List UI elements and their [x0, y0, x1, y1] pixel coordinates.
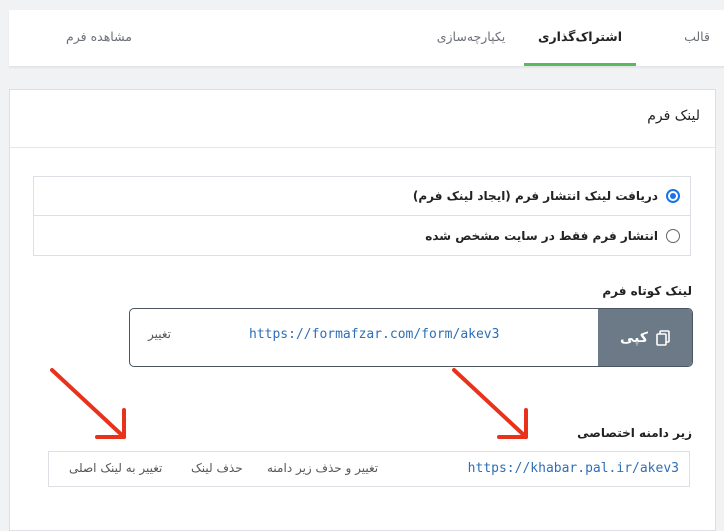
form-link-card: لینک فرم دریافت لینک انتشار فرم (ایجاد ل… [9, 89, 716, 531]
copy-label: کپی [619, 329, 649, 346]
change-short-link[interactable]: تغییر [148, 327, 171, 341]
radio-option-specific-site[interactable]: انتشار فرم فقط در سایت مشخص شده [34, 216, 690, 255]
radio-checked-icon[interactable] [666, 189, 680, 203]
tab-view-form[interactable]: مشاهده فرم [59, 10, 139, 66]
delete-link[interactable]: حذف لینک [191, 461, 243, 475]
edit-subdomain-link[interactable]: تغییر و حذف زیر دامنه [267, 461, 378, 475]
subdomain-url[interactable]: https://khabar.pal.ir/akev3 [468, 461, 679, 476]
custom-subdomain-field: https://khabar.pal.ir/akev3 تغییر و حذف … [48, 451, 690, 487]
top-tab-bar: قالب اشتراک‌گذاری یکپارچه‌سازی مشاهده فر… [9, 10, 724, 67]
publish-options: دریافت لینک انتشار فرم (ایجاد لینک فرم) … [33, 176, 691, 256]
radio-option-publish-link[interactable]: دریافت لینک انتشار فرم (ایجاد لینک فرم) [34, 177, 690, 216]
tab-sharing[interactable]: اشتراک‌گذاری [524, 10, 636, 66]
radio-label: انتشار فرم فقط در سایت مشخص شده [425, 228, 658, 243]
custom-subdomain-label: زیر دامنه اختصاصی [577, 426, 692, 440]
change-to-main-link[interactable]: تغییر به لینک اصلی [69, 461, 162, 475]
short-link-url[interactable]: https://formafzar.com/form/akev3 [249, 327, 499, 342]
short-link-label: لینک کوتاه فرم [602, 284, 692, 298]
radio-unchecked-icon[interactable] [666, 228, 680, 243]
card-title: لینک فرم [647, 108, 700, 124]
short-link-field: کپی https://formafzar.com/form/akev3 تغی… [129, 308, 693, 367]
copy-button[interactable]: کپی [598, 309, 692, 366]
tab-template[interactable]: قالب [677, 10, 717, 66]
copy-icon [656, 329, 670, 346]
radio-label: دریافت لینک انتشار فرم (ایجاد لینک فرم) [412, 189, 658, 203]
tab-integration[interactable]: یکپارچه‌سازی [427, 10, 515, 66]
divider [10, 147, 715, 148]
